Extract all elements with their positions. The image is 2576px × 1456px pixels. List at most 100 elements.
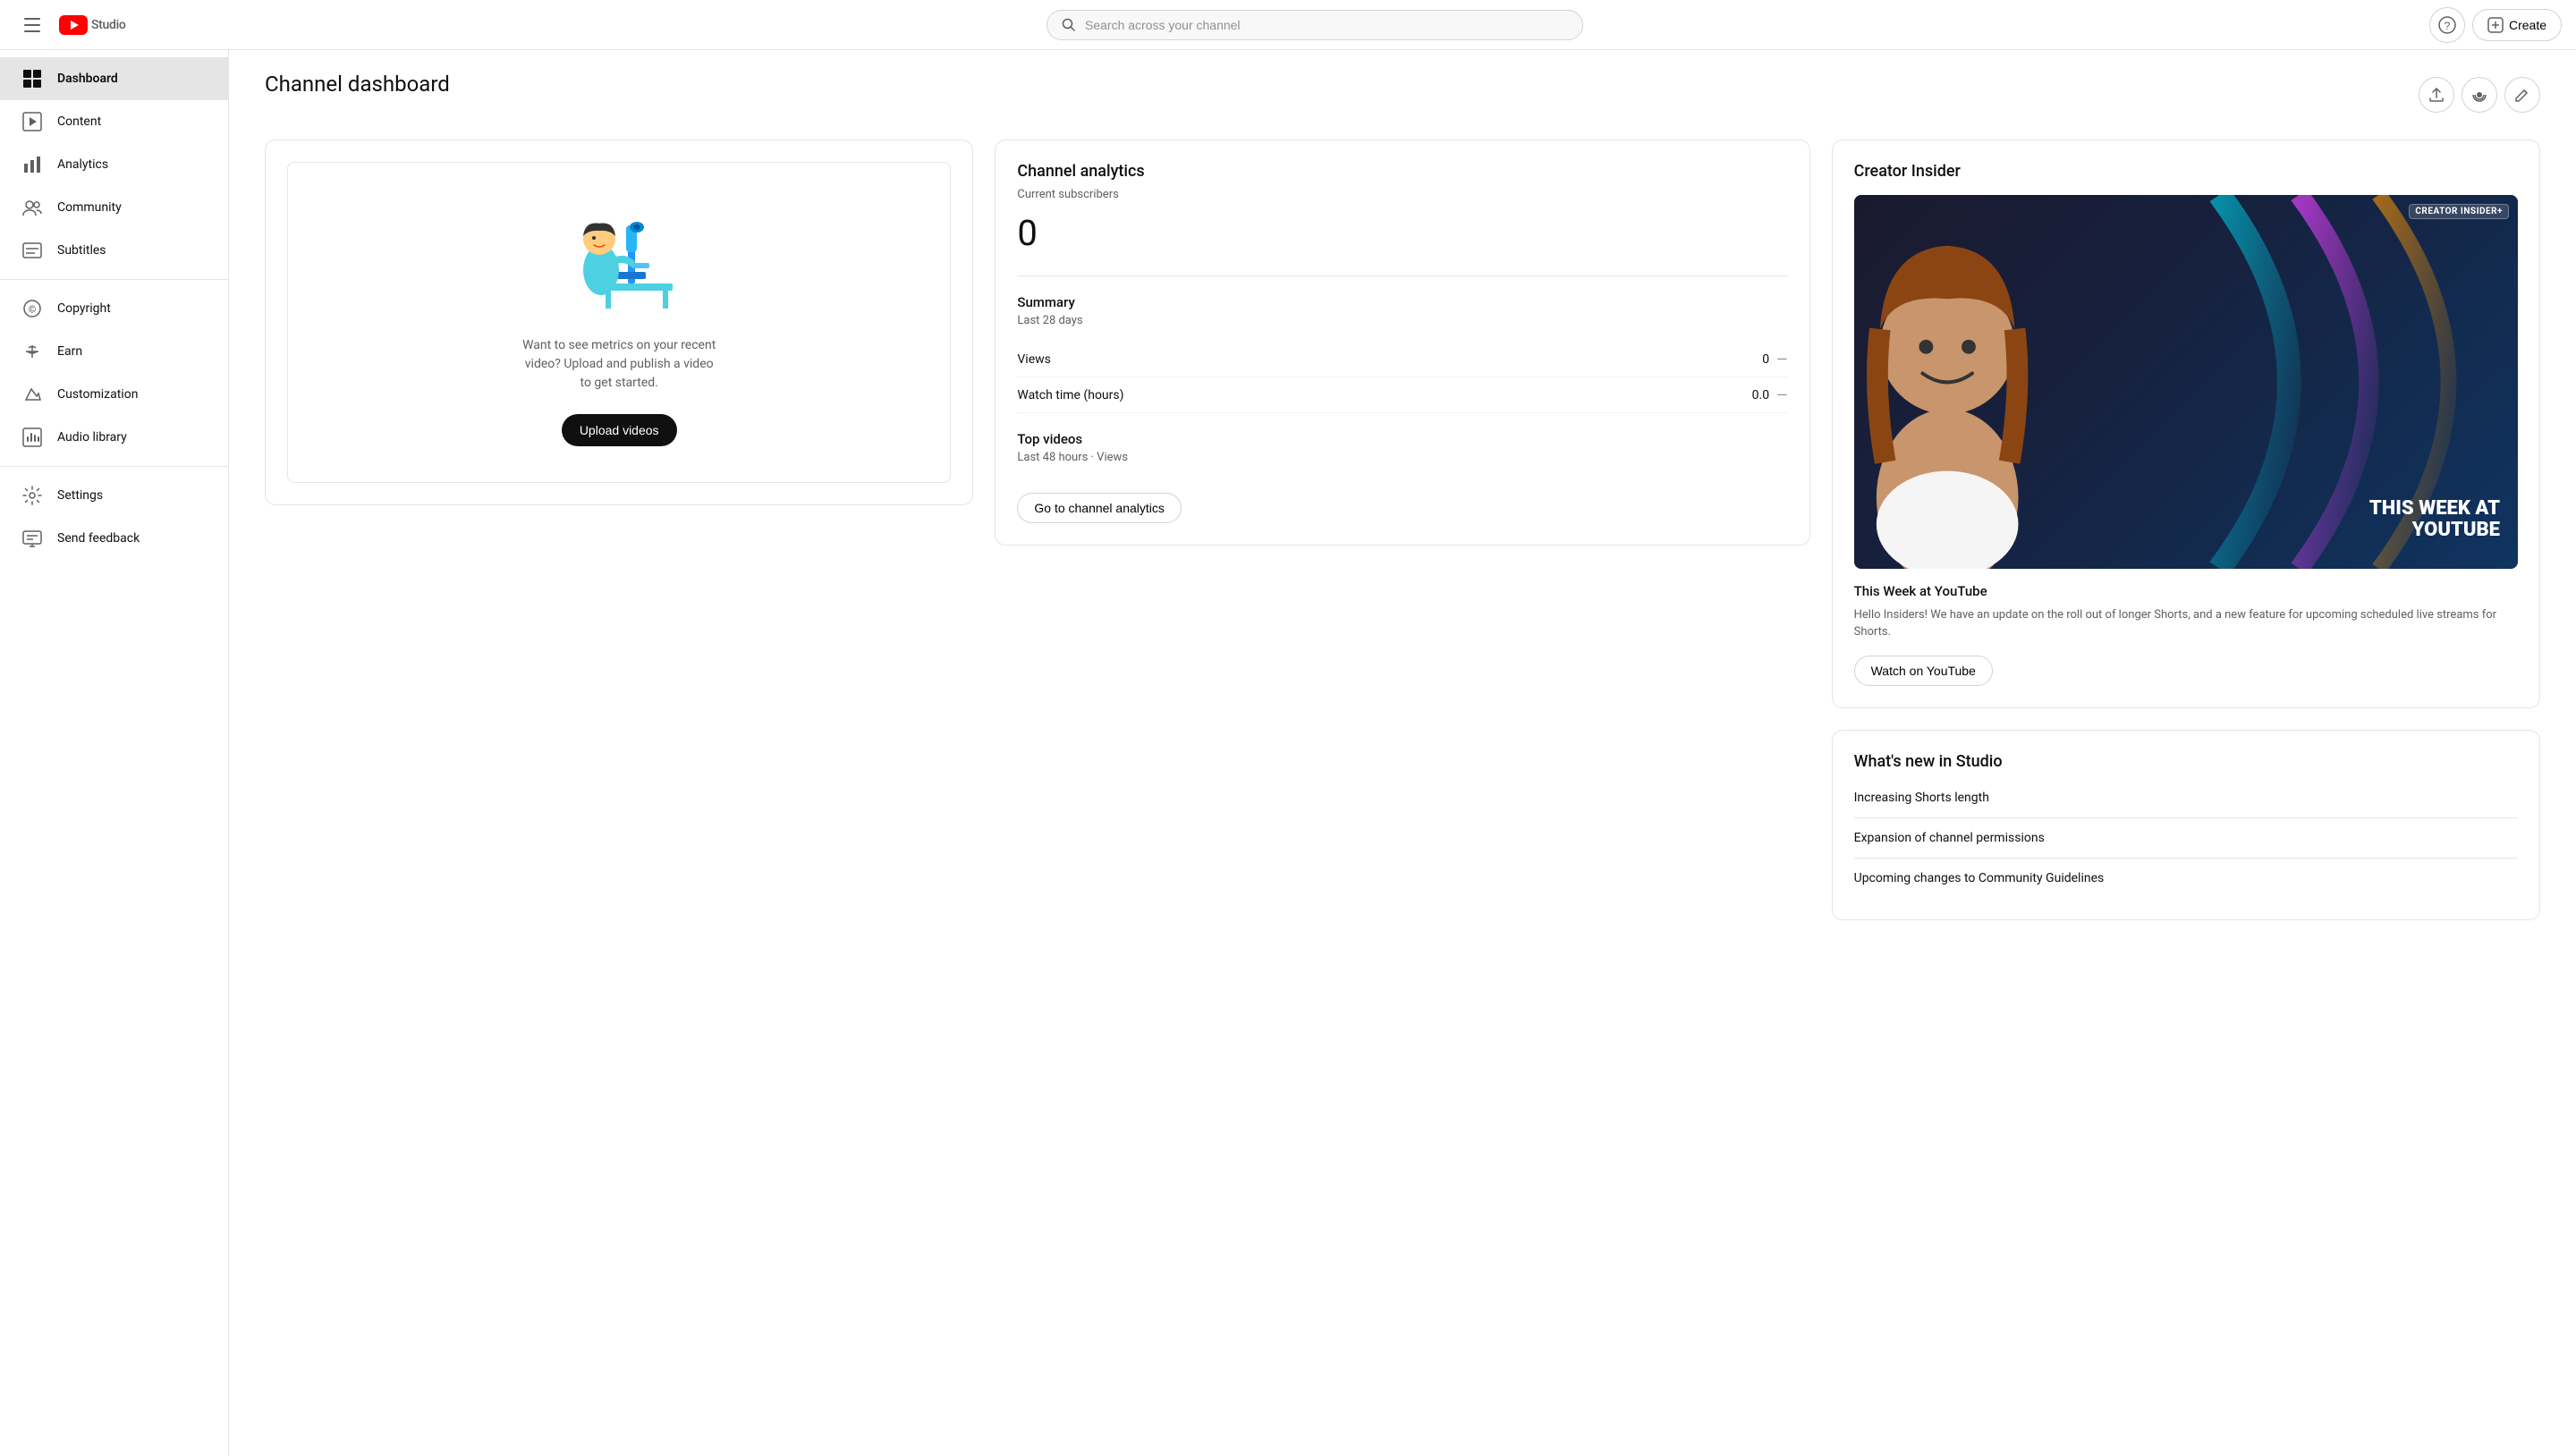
hamburger-icon xyxy=(24,18,40,32)
sidebar-divider xyxy=(0,279,228,280)
svg-text:©: © xyxy=(29,304,37,316)
search-form xyxy=(1046,10,1583,40)
app-body: Dashboard Content Analytics xyxy=(0,50,2576,1456)
subscriber-count: 0 xyxy=(1017,212,1787,254)
sidebar-item-label: Audio library xyxy=(57,430,127,444)
create-icon xyxy=(2487,17,2504,33)
whats-new-item[interactable]: Expansion of channel permissions xyxy=(1854,818,2518,859)
go-to-analytics-button[interactable]: Go to channel analytics xyxy=(1017,493,1182,523)
whats-new-title: What's new in Studio xyxy=(1854,752,2518,771)
upload-icon-button[interactable] xyxy=(2419,77,2454,113)
top-videos-period: Last 48 hours · Views xyxy=(1017,451,1787,464)
live-icon xyxy=(2470,86,2488,104)
sidebar-item-label: Community xyxy=(57,200,122,215)
upload-card: Want to see metrics on your recent video… xyxy=(265,140,973,505)
youtube-studio-logo[interactable]: Studio xyxy=(59,15,126,35)
content-icon xyxy=(21,111,43,132)
upload-description: Want to see metrics on your recent video… xyxy=(521,336,717,393)
views-label: Views xyxy=(1017,352,1051,367)
search-bar xyxy=(1046,10,1583,40)
edit-icon-button[interactable] xyxy=(2504,77,2540,113)
header-left: Studio xyxy=(14,7,229,43)
app-header: Studio ? Create xyxy=(0,0,2576,50)
whats-new-item[interactable]: Upcoming changes to Community Guidelines xyxy=(1854,859,2518,898)
person-silhouette xyxy=(1859,214,2036,569)
views-dash-icon: — xyxy=(1776,351,1788,368)
upload-card-inner: Want to see metrics on your recent video… xyxy=(287,162,951,483)
upload-icon xyxy=(2428,86,2445,104)
community-icon xyxy=(21,197,43,218)
customization-icon xyxy=(21,384,43,405)
live-icon-button[interactable] xyxy=(2462,77,2497,113)
dashboard-icon xyxy=(21,68,43,89)
menu-toggle-button[interactable] xyxy=(14,7,50,43)
studio-label: Studio xyxy=(91,18,126,32)
help-icon: ? xyxy=(2438,16,2456,34)
creator-badge: CREATOR INSIDER+ xyxy=(2409,204,2509,219)
sidebar-item-label: Send feedback xyxy=(57,531,140,546)
whats-new-items: Increasing Shorts lengthExpansion of cha… xyxy=(1854,778,2518,898)
subscribers-label: Current subscribers xyxy=(1017,188,1787,201)
whats-new-card: What's new in Studio Increasing Shorts l… xyxy=(1832,730,2540,920)
creator-video-title: This Week at YouTube xyxy=(1854,583,2518,599)
top-videos-section: Top videos Last 48 hours · Views xyxy=(1017,431,1787,464)
search-icon xyxy=(1062,18,1076,32)
summary-title: Summary xyxy=(1017,294,1787,310)
sidebar-item-label: Dashboard xyxy=(57,72,118,86)
sidebar-item-community[interactable]: Community xyxy=(0,186,228,229)
sidebar-item-settings[interactable]: Settings xyxy=(0,474,228,517)
audio-library-icon xyxy=(21,427,43,448)
main-content: Channel dashboard xyxy=(229,50,2576,1456)
search-input[interactable] xyxy=(1085,18,1568,32)
watch-on-youtube-button[interactable]: Watch on YouTube xyxy=(1854,656,1993,686)
sidebar-item-analytics[interactable]: Analytics xyxy=(0,143,228,186)
sidebar-item-label: Settings xyxy=(57,488,103,503)
subtitles-icon xyxy=(21,240,43,261)
whats-new-item[interactable]: Increasing Shorts length xyxy=(1854,778,2518,818)
sidebar-item-copyright[interactable]: © Copyright xyxy=(0,287,228,330)
watch-time-label: Watch time (hours) xyxy=(1017,388,1123,402)
sidebar-item-label: Subtitles xyxy=(57,243,106,258)
upload-videos-button[interactable]: Upload videos xyxy=(562,414,677,446)
sidebar-item-dashboard[interactable]: Dashboard xyxy=(0,57,228,100)
creator-video-desc: Hello Insiders! We have an update on the… xyxy=(1854,606,2518,641)
watch-time-dash-icon: — xyxy=(1776,386,1788,403)
sidebar: Dashboard Content Analytics xyxy=(0,50,229,1456)
sidebar-item-customization[interactable]: Customization xyxy=(0,373,228,416)
right-column: Creator Insider xyxy=(1832,140,2540,920)
sidebar-item-audio-library[interactable]: Audio library xyxy=(0,416,228,459)
sidebar-item-label: Analytics xyxy=(57,157,108,172)
edit-icon xyxy=(2513,86,2531,104)
analytics-divider-1 xyxy=(1017,275,1787,276)
sidebar-item-earn[interactable]: Earn xyxy=(0,330,228,373)
sidebar-item-subtitles[interactable]: Subtitles xyxy=(0,229,228,272)
analytics-icon xyxy=(21,154,43,175)
analytics-card-title: Channel analytics xyxy=(1017,162,1787,181)
views-row: Views 0 — xyxy=(1017,342,1787,377)
help-button[interactable]: ? xyxy=(2429,7,2465,43)
create-label: Create xyxy=(2509,18,2546,32)
upload-illustration xyxy=(547,199,691,315)
svg-text:?: ? xyxy=(2445,20,2451,32)
sidebar-item-label: Copyright xyxy=(57,301,111,316)
sidebar-item-content[interactable]: Content xyxy=(0,100,228,143)
page-header-icons xyxy=(2419,77,2540,113)
sidebar-divider-2 xyxy=(0,466,228,467)
sidebar-item-label: Customization xyxy=(57,387,138,402)
youtube-logo-icon xyxy=(59,15,88,35)
watch-time-value: 0.0 — xyxy=(1752,386,1788,403)
header-right: ? Create xyxy=(2401,7,2562,43)
settings-icon xyxy=(21,485,43,506)
creator-thumbnail[interactable]: CREATOR INSIDER+ THIS WEEK AT YOUTUBE xyxy=(1854,195,2518,569)
dashboard-grid: Want to see metrics on your recent video… xyxy=(265,140,2540,920)
earn-icon xyxy=(21,341,43,362)
summary-period: Last 28 days xyxy=(1017,314,1787,327)
create-button[interactable]: Create xyxy=(2472,9,2562,41)
page-title: Channel dashboard xyxy=(265,72,450,97)
watch-time-row: Watch time (hours) 0.0 — xyxy=(1017,377,1787,413)
creator-insider-title: Creator Insider xyxy=(1854,162,2518,181)
sidebar-item-send-feedback[interactable]: Send feedback xyxy=(0,517,228,560)
views-value: 0 — xyxy=(1762,351,1787,368)
sidebar-item-label: Earn xyxy=(57,344,82,359)
creator-insider-card: Creator Insider xyxy=(1832,140,2540,708)
